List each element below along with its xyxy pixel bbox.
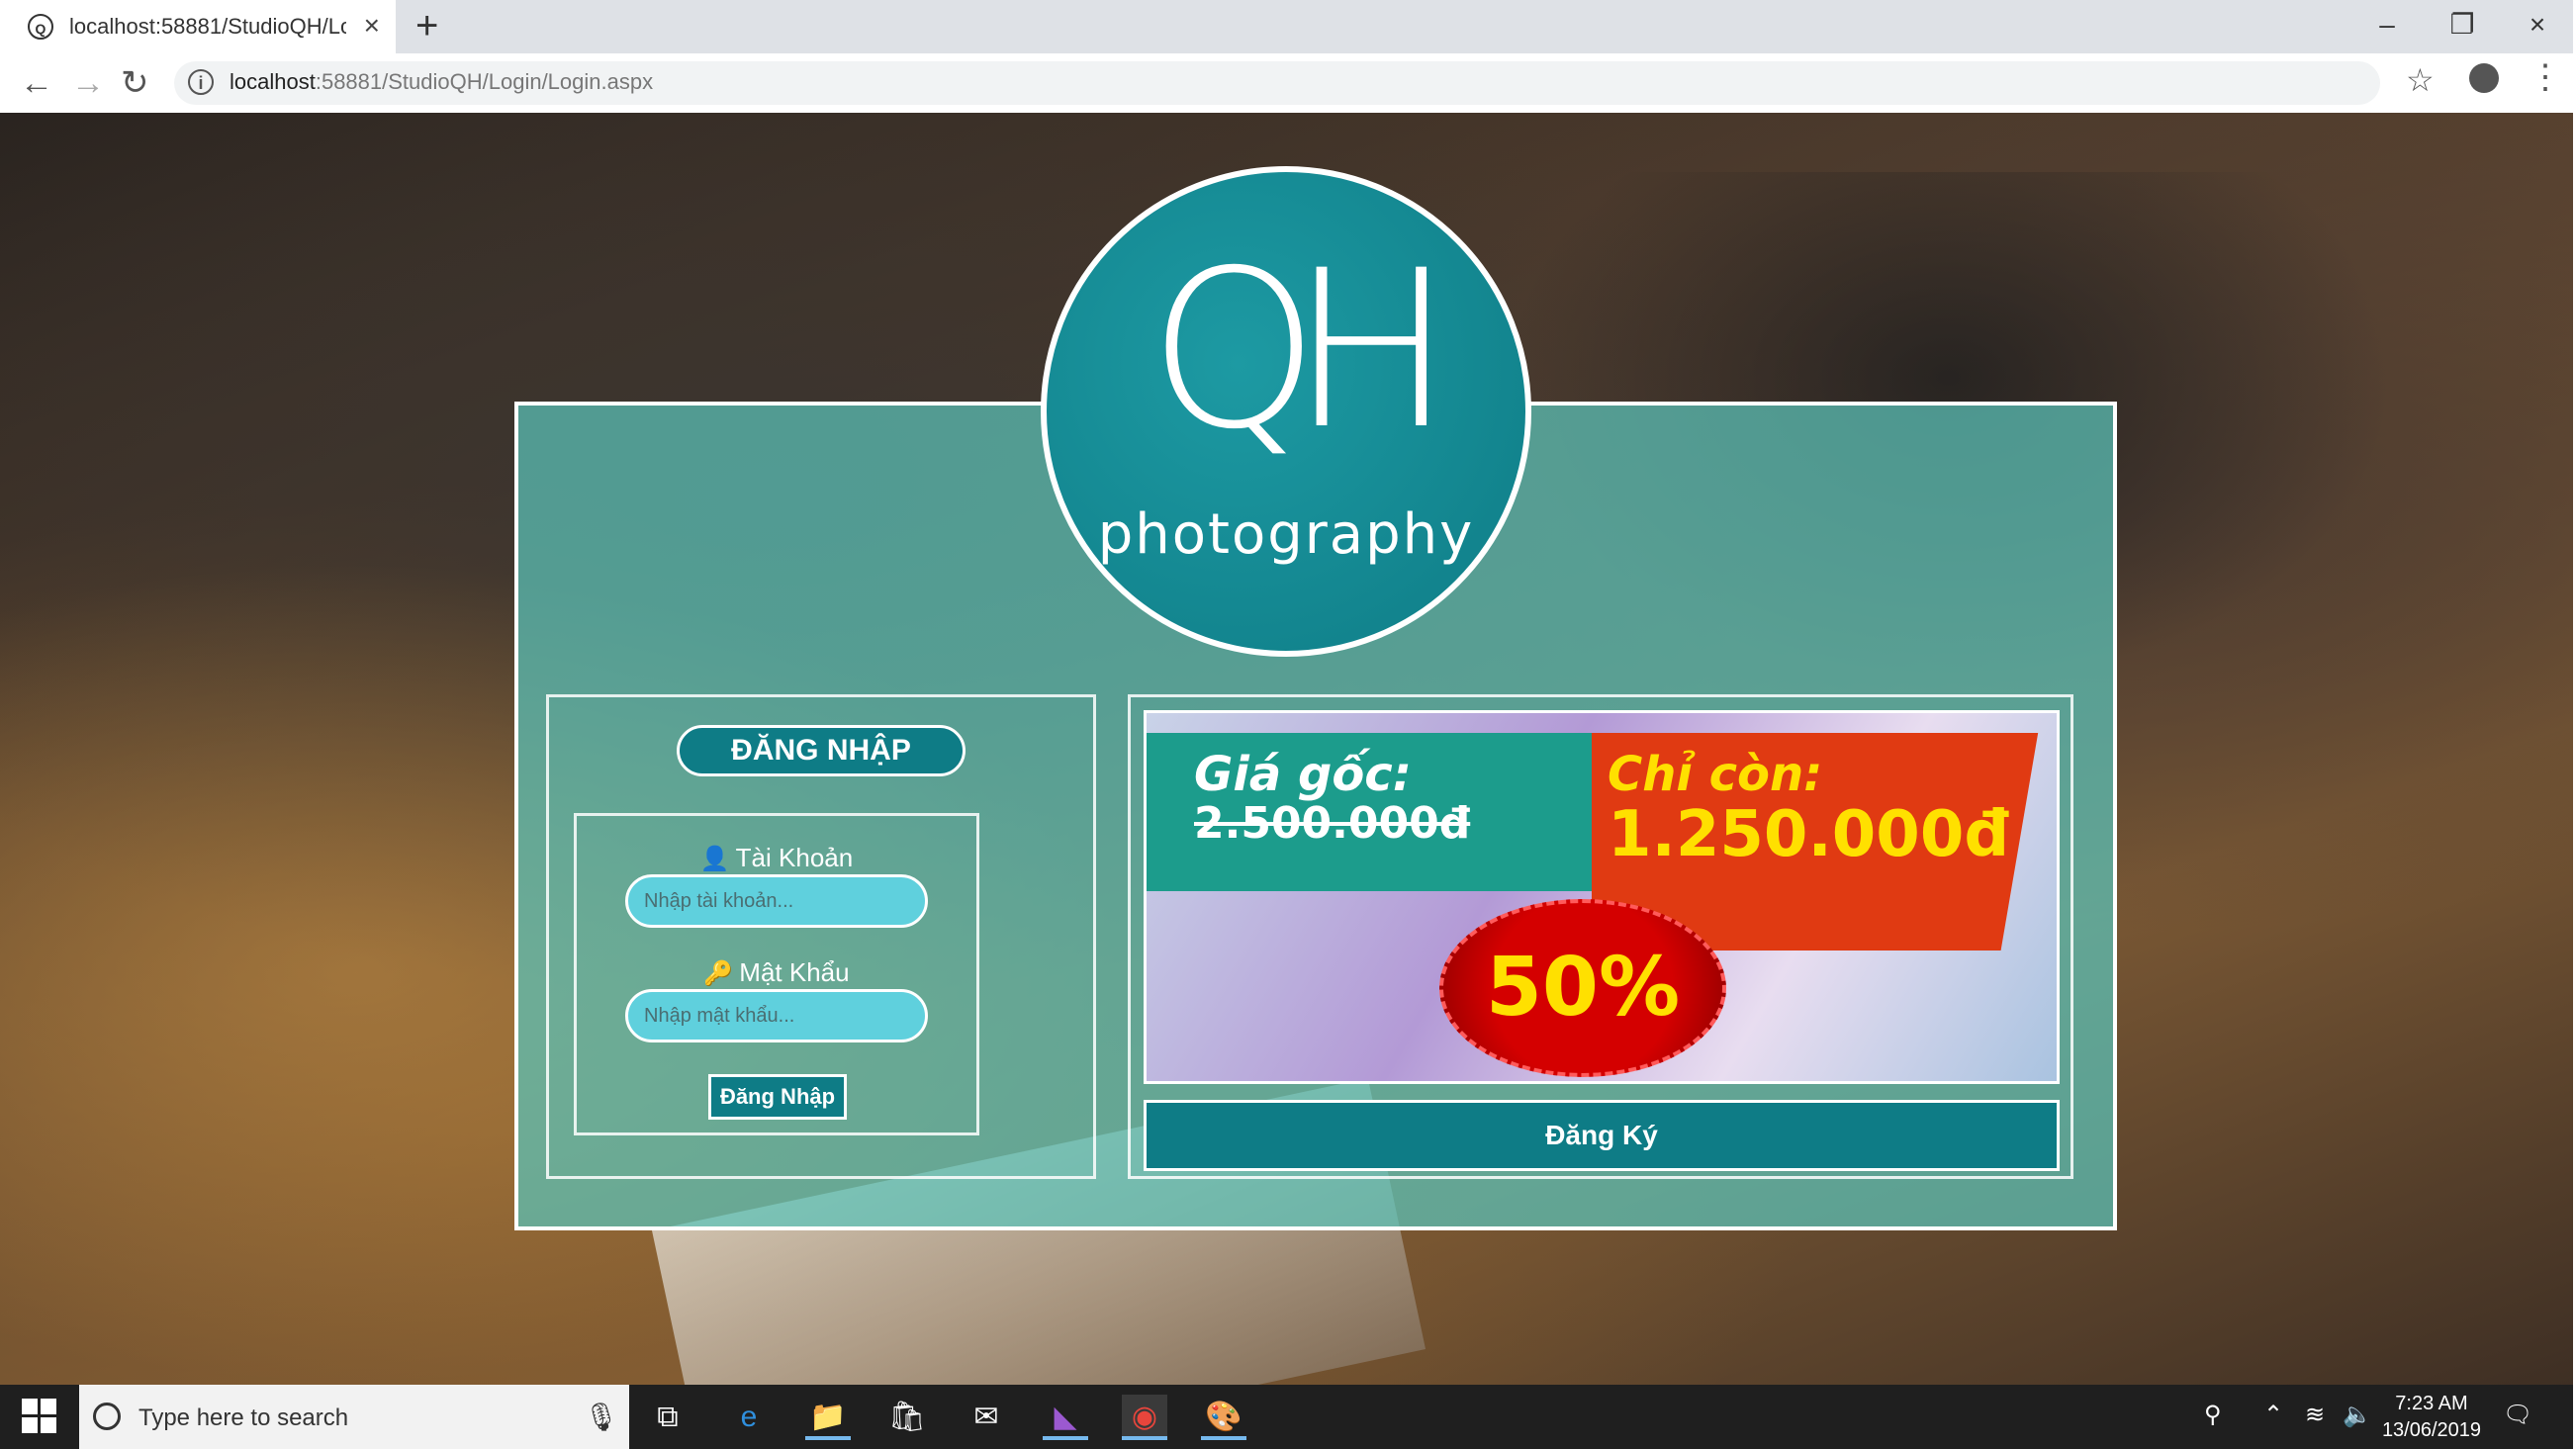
tab-title: localhost:58881/StudioQH/Login xyxy=(69,14,346,39)
url-text: localhost:58881/StudioQH/Login/Login.asp… xyxy=(230,69,653,95)
taskbar-search-placeholder: Type here to search xyxy=(138,1404,349,1431)
paint-icon[interactable]: 🎨 xyxy=(1201,1395,1246,1440)
password-label: 🔑 Mật Khẩu xyxy=(574,957,979,988)
clock-date: 13/06/2019 xyxy=(2381,1419,2482,1441)
password-label-text: Mật Khẩu xyxy=(739,957,850,987)
address-bar[interactable]: i localhost:58881/StudioQH/Login/Login.a… xyxy=(174,61,2380,105)
task-view-icon[interactable]: ⧉ xyxy=(645,1395,690,1440)
new-tab-button[interactable]: + xyxy=(415,6,438,45)
file-explorer-icon[interactable]: 📁 xyxy=(805,1395,851,1440)
logo-mark: QH xyxy=(1148,224,1454,477)
username-label: 👤 Tài Khoản xyxy=(574,843,979,873)
people-icon[interactable]: ⚲ xyxy=(2204,1401,2222,1429)
notifications-icon[interactable]: 🗨 xyxy=(2503,1401,2532,1429)
logo: QH photography xyxy=(1041,166,1531,657)
taskbar-search[interactable]: Type here to search 🎙 xyxy=(79,1385,629,1449)
user-icon: 👤 xyxy=(699,846,730,872)
key-icon: 🔑 xyxy=(703,960,734,987)
url-path: :58881/StudioQH/Login/Login.aspx xyxy=(315,69,654,94)
minimize-button[interactable]: – xyxy=(2348,0,2426,53)
logo-text: photography xyxy=(1097,502,1475,567)
promo-discount-badge: 50% xyxy=(1439,899,1726,1077)
promo-sale-label: Chỉ còn: xyxy=(1608,747,1823,802)
visual-studio-icon[interactable]: ◣ xyxy=(1043,1395,1088,1440)
network-icon[interactable]: ≋ xyxy=(2305,1401,2325,1429)
microphone-icon[interactable]: 🎙 xyxy=(584,1401,619,1433)
username-label-text: Tài Khoản xyxy=(735,843,854,872)
forward-icon[interactable]: → xyxy=(71,63,105,103)
taskbar: Type here to search 🎙 ⧉ e 📁 🛍 ✉ ◣ ◉ 🎨 ⚲ … xyxy=(0,1385,2573,1449)
account-icon[interactable] xyxy=(2469,63,2499,93)
search-icon xyxy=(93,1403,121,1430)
store-icon[interactable]: 🛍 xyxy=(884,1395,930,1440)
browser-toolbar: ← → ↻ i localhost:58881/StudioQH/Login/L… xyxy=(0,53,2573,114)
login-heading: ĐĂNG NHẬP xyxy=(677,725,966,776)
promo-original-price: 2.500.000đ xyxy=(1194,798,1471,849)
star-icon[interactable]: ☆ xyxy=(2406,61,2435,99)
reload-icon[interactable]: ↻ xyxy=(121,63,149,103)
promo-original-label: Giá gốc: xyxy=(1194,747,1412,802)
favicon-icon: Q xyxy=(28,14,53,40)
password-input[interactable] xyxy=(625,989,928,1042)
username-input[interactable] xyxy=(625,874,928,928)
menu-icon[interactable]: ⋮ xyxy=(2529,57,2562,97)
info-icon[interactable]: i xyxy=(188,69,214,95)
promo-sale-price: 1.250.000đ xyxy=(1608,798,2010,871)
browser-tabbar: Q localhost:58881/StudioQH/Login × + – ❐… xyxy=(0,0,2573,53)
register-button[interactable]: Đăng Ký xyxy=(1144,1100,2060,1171)
mail-icon[interactable]: ✉ xyxy=(964,1395,1009,1440)
promo-banner: Giá gốc: 2.500.000đ Chỉ còn: 1.250.000đ … xyxy=(1144,710,2060,1084)
taskbar-clock[interactable]: 7:23 AM 13/06/2019 xyxy=(2378,1391,2485,1444)
tab-close-icon[interactable]: × xyxy=(364,12,380,40)
chrome-icon[interactable]: ◉ xyxy=(1122,1395,1167,1440)
login-button[interactable]: Đăng Nhập xyxy=(708,1074,847,1120)
windows-icon[interactable] xyxy=(22,1399,57,1434)
url-host: localhost xyxy=(230,69,316,94)
screen: Q localhost:58881/StudioQH/Login × + – ❐… xyxy=(0,0,2573,1449)
clock-time: 7:23 AM xyxy=(2395,1393,2468,1414)
browser-tab[interactable]: Q localhost:58881/StudioQH/Login × xyxy=(0,0,396,53)
close-window-button[interactable]: × xyxy=(2499,0,2573,53)
volume-icon[interactable]: 🔈 xyxy=(2343,1401,2372,1429)
restore-button[interactable]: ❐ xyxy=(2424,0,2501,53)
chevron-up-icon[interactable]: ⌃ xyxy=(2263,1401,2283,1429)
edge-icon[interactable]: e xyxy=(726,1395,772,1440)
back-icon[interactable]: ← xyxy=(20,63,53,103)
